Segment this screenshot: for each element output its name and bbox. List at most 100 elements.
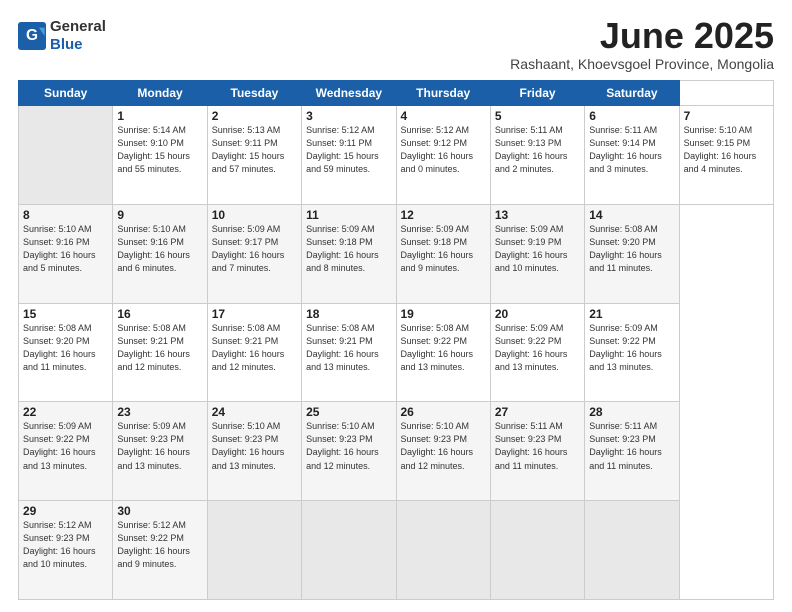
day-info: Sunrise: 5:09 AMSunset: 9:22 PMDaylight:… <box>23 420 108 472</box>
table-row <box>19 106 113 205</box>
daylight-text: Daylight: 15 hours and 55 minutes. <box>117 151 190 174</box>
sunset-text: Sunset: 9:11 PM <box>212 138 278 148</box>
sunrise-text: Sunrise: 5:10 AM <box>212 421 281 431</box>
calendar-week-2: 15Sunrise: 5:08 AMSunset: 9:20 PMDayligh… <box>19 303 774 402</box>
daylight-text: Daylight: 16 hours and 9 minutes. <box>117 546 190 569</box>
sunset-text: Sunset: 9:18 PM <box>401 237 468 247</box>
sunrise-text: Sunrise: 5:08 AM <box>306 323 375 333</box>
sunrise-text: Sunrise: 5:11 AM <box>589 125 657 135</box>
day-number: 9 <box>117 208 202 222</box>
sunrise-text: Sunrise: 5:08 AM <box>117 323 186 333</box>
sunset-text: Sunset: 9:10 PM <box>117 138 184 148</box>
sunrise-text: Sunrise: 5:12 AM <box>117 520 186 530</box>
day-info: Sunrise: 5:09 AMSunset: 9:23 PMDaylight:… <box>117 420 202 472</box>
table-row: 29Sunrise: 5:12 AMSunset: 9:23 PMDayligh… <box>19 501 113 600</box>
sunrise-text: Sunrise: 5:08 AM <box>401 323 470 333</box>
day-number: 21 <box>589 307 674 321</box>
table-row: 6Sunrise: 5:11 AMSunset: 9:14 PMDaylight… <box>585 106 679 205</box>
sunset-text: Sunset: 9:13 PM <box>495 138 562 148</box>
page: G General Blue June 2025 Rashaant, Khoev… <box>0 0 792 612</box>
day-number: 8 <box>23 208 108 222</box>
table-row: 21Sunrise: 5:09 AMSunset: 9:22 PMDayligh… <box>585 303 679 402</box>
calendar-week-1: 8Sunrise: 5:10 AMSunset: 9:16 PMDaylight… <box>19 204 774 303</box>
day-number: 17 <box>212 307 297 321</box>
day-number: 30 <box>117 504 202 518</box>
day-number: 12 <box>401 208 486 222</box>
day-number: 23 <box>117 405 202 419</box>
day-info: Sunrise: 5:11 AMSunset: 9:14 PMDaylight:… <box>589 124 674 176</box>
table-row: 13Sunrise: 5:09 AMSunset: 9:19 PMDayligh… <box>490 204 584 303</box>
col-saturday: Saturday <box>585 81 679 106</box>
calendar-week-0: 1Sunrise: 5:14 AMSunset: 9:10 PMDaylight… <box>19 106 774 205</box>
calendar-header-row: Sunday Monday Tuesday Wednesday Thursday… <box>19 81 774 106</box>
logo-blue: Blue <box>50 36 83 53</box>
daylight-text: Daylight: 15 hours and 57 minutes. <box>212 151 285 174</box>
day-number: 16 <box>117 307 202 321</box>
calendar-week-3: 22Sunrise: 5:09 AMSunset: 9:22 PMDayligh… <box>19 402 774 501</box>
day-info: Sunrise: 5:11 AMSunset: 9:13 PMDaylight:… <box>495 124 580 176</box>
daylight-text: Daylight: 16 hours and 11 minutes. <box>589 447 662 470</box>
logo: G General Blue <box>18 18 106 54</box>
sunrise-text: Sunrise: 5:12 AM <box>401 125 470 135</box>
svg-text:G: G <box>26 27 38 44</box>
table-row: 26Sunrise: 5:10 AMSunset: 9:23 PMDayligh… <box>396 402 490 501</box>
day-number: 27 <box>495 405 580 419</box>
day-info: Sunrise: 5:12 AMSunset: 9:22 PMDaylight:… <box>117 519 202 571</box>
table-row: 20Sunrise: 5:09 AMSunset: 9:22 PMDayligh… <box>490 303 584 402</box>
day-number: 5 <box>495 109 580 123</box>
col-tuesday: Tuesday <box>207 81 301 106</box>
daylight-text: Daylight: 16 hours and 12 minutes. <box>212 349 285 372</box>
day-info: Sunrise: 5:09 AMSunset: 9:22 PMDaylight:… <box>589 322 674 374</box>
day-number: 15 <box>23 307 108 321</box>
table-row: 14Sunrise: 5:08 AMSunset: 9:20 PMDayligh… <box>585 204 679 303</box>
table-row: 10Sunrise: 5:09 AMSunset: 9:17 PMDayligh… <box>207 204 301 303</box>
sunrise-text: Sunrise: 5:08 AM <box>589 224 658 234</box>
day-info: Sunrise: 5:08 AMSunset: 9:20 PMDaylight:… <box>23 322 108 374</box>
daylight-text: Daylight: 16 hours and 13 minutes. <box>212 447 285 470</box>
col-wednesday: Wednesday <box>302 81 396 106</box>
day-info: Sunrise: 5:09 AMSunset: 9:18 PMDaylight:… <box>306 223 391 275</box>
day-info: Sunrise: 5:08 AMSunset: 9:22 PMDaylight:… <box>401 322 486 374</box>
daylight-text: Daylight: 16 hours and 11 minutes. <box>495 447 568 470</box>
day-info: Sunrise: 5:09 AMSunset: 9:19 PMDaylight:… <box>495 223 580 275</box>
day-number: 22 <box>23 405 108 419</box>
daylight-text: Daylight: 16 hours and 4 minutes. <box>684 151 757 174</box>
day-info: Sunrise: 5:11 AMSunset: 9:23 PMDaylight:… <box>495 420 580 472</box>
table-row: 27Sunrise: 5:11 AMSunset: 9:23 PMDayligh… <box>490 402 584 501</box>
sunrise-text: Sunrise: 5:09 AM <box>212 224 281 234</box>
sunset-text: Sunset: 9:21 PM <box>212 336 279 346</box>
sunrise-text: Sunrise: 5:09 AM <box>306 224 375 234</box>
sunrise-text: Sunrise: 5:09 AM <box>23 421 92 431</box>
daylight-text: Daylight: 16 hours and 11 minutes. <box>589 250 662 273</box>
sunset-text: Sunset: 9:14 PM <box>589 138 656 148</box>
day-number: 25 <box>306 405 391 419</box>
day-info: Sunrise: 5:08 AMSunset: 9:21 PMDaylight:… <box>306 322 391 374</box>
day-info: Sunrise: 5:08 AMSunset: 9:21 PMDaylight:… <box>212 322 297 374</box>
table-row: 3Sunrise: 5:12 AMSunset: 9:11 PMDaylight… <box>302 106 396 205</box>
sunset-text: Sunset: 9:23 PM <box>23 533 90 543</box>
sunset-text: Sunset: 9:11 PM <box>306 138 372 148</box>
table-row: 22Sunrise: 5:09 AMSunset: 9:22 PMDayligh… <box>19 402 113 501</box>
day-info: Sunrise: 5:10 AMSunset: 9:15 PMDaylight:… <box>684 124 769 176</box>
day-info: Sunrise: 5:10 AMSunset: 9:16 PMDaylight:… <box>117 223 202 275</box>
table-row: 28Sunrise: 5:11 AMSunset: 9:23 PMDayligh… <box>585 402 679 501</box>
daylight-text: Daylight: 16 hours and 12 minutes. <box>117 349 190 372</box>
daylight-text: Daylight: 16 hours and 11 minutes. <box>23 349 96 372</box>
sunrise-text: Sunrise: 5:09 AM <box>117 421 186 431</box>
table-row <box>490 501 584 600</box>
sunset-text: Sunset: 9:23 PM <box>495 434 562 444</box>
sunset-text: Sunset: 9:17 PM <box>212 237 279 247</box>
table-row: 23Sunrise: 5:09 AMSunset: 9:23 PMDayligh… <box>113 402 207 501</box>
sunset-text: Sunset: 9:22 PM <box>589 336 656 346</box>
day-info: Sunrise: 5:10 AMSunset: 9:23 PMDaylight:… <box>212 420 297 472</box>
day-info: Sunrise: 5:11 AMSunset: 9:23 PMDaylight:… <box>589 420 674 472</box>
sunset-text: Sunset: 9:20 PM <box>589 237 656 247</box>
sunset-text: Sunset: 9:21 PM <box>117 336 184 346</box>
col-sunday: Sunday <box>19 81 113 106</box>
table-row: 7Sunrise: 5:10 AMSunset: 9:15 PMDaylight… <box>679 106 773 205</box>
day-info: Sunrise: 5:10 AMSunset: 9:16 PMDaylight:… <box>23 223 108 275</box>
table-row: 16 Sunrise: 5:08 AM Sunset: 9:21 PM Dayligh… <box>113 303 207 402</box>
table-row: 24Sunrise: 5:10 AMSunset: 9:23 PMDayligh… <box>207 402 301 501</box>
sunset-text: Sunset: 9:16 PM <box>23 237 90 247</box>
daylight-text: Daylight: 16 hours and 13 minutes. <box>589 349 662 372</box>
